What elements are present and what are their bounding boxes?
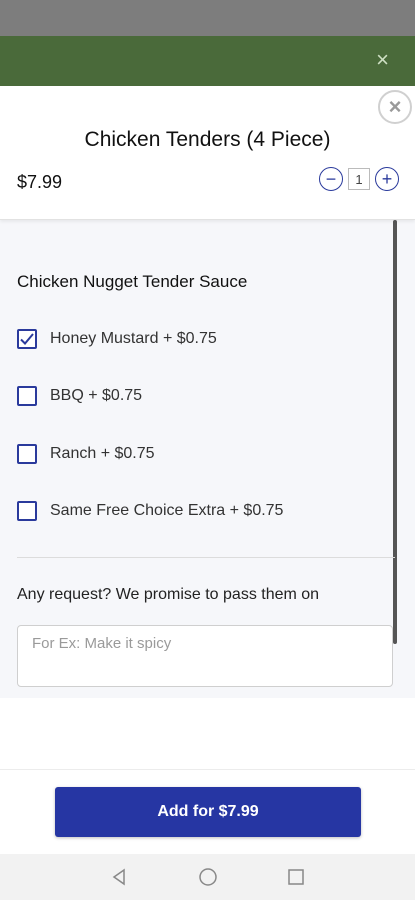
top-banner [0,36,415,86]
checkbox-unchecked[interactable] [17,444,37,464]
divider [17,557,395,558]
minus-button[interactable]: − [319,167,343,191]
option-bbq[interactable]: BBQ + $0.75 [17,386,142,406]
option-label: BBQ + $0.75 [50,387,143,404]
section-title: Chicken Nugget Tender Sauce [17,272,248,291]
recents-square-icon[interactable] [285,866,307,888]
banner-close-icon[interactable]: × [376,48,389,72]
option-label: Honey Mustard + $0.75 [50,330,217,347]
status-bar [0,0,415,36]
request-label: Any request? We promise to pass them on [17,586,320,603]
option-label: Same Free Choice Extra + $0.75 [50,502,284,519]
quantity-stepper: − 1 + [319,167,399,191]
option-honey-mustard[interactable]: Honey Mustard + $0.75 [17,329,217,349]
quantity-value[interactable]: 1 [348,168,370,190]
close-icon[interactable]: × [378,90,412,124]
add-to-cart-button[interactable]: Add for $7.99 [55,787,361,837]
checkbox-unchecked[interactable] [17,501,37,521]
check-icon [20,333,34,345]
item-price: $7.99 [17,172,63,192]
options-panel: Chicken Nugget Tender Sauce Honey Mustar… [0,220,415,698]
request-input[interactable] [17,625,393,687]
spacer [0,698,415,770]
item-title: Chicken Tenders (4 Piece) [84,128,331,151]
home-circle-icon[interactable] [197,866,219,888]
option-label: Ranch + $0.75 [50,445,155,462]
option-free-choice-extra[interactable]: Same Free Choice Extra + $0.75 [17,501,283,521]
system-nav-bar [0,854,415,900]
checkbox-unchecked[interactable] [17,386,37,406]
option-ranch[interactable]: Ranch + $0.75 [17,444,155,464]
checkbox-checked[interactable] [17,329,37,349]
scrollbar[interactable] [393,220,397,644]
footer: Add for $7.99 [0,770,415,854]
item-header: × Chicken Tenders (4 Piece) $7.99 − 1 + [0,86,415,220]
back-triangle-icon[interactable] [108,866,130,888]
plus-button[interactable]: + [375,167,399,191]
